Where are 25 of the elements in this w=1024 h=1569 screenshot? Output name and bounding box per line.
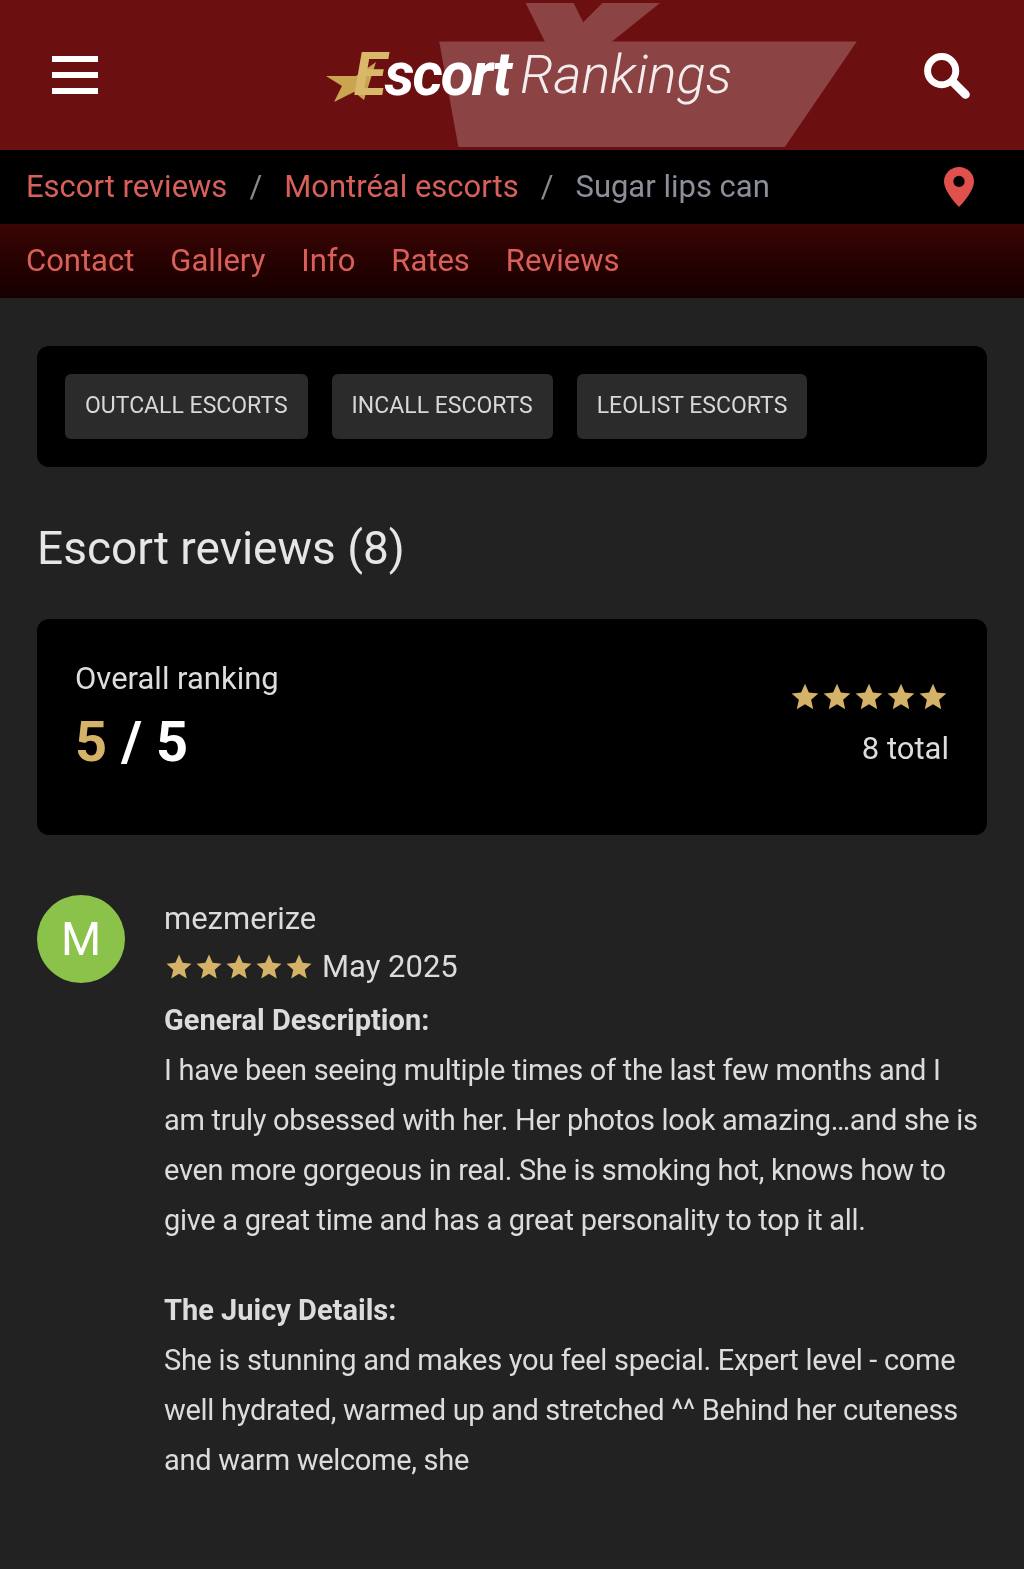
review-total: 8 total [861,733,949,764]
review-section-heading: General Description: [164,1002,431,1039]
avatar: M [37,895,125,983]
review-author: mezmerize [164,899,318,939]
location-pin-icon[interactable] [944,167,974,207]
breadcrumb-link[interactable]: Montréal escorts [284,163,519,211]
nav-tab[interactable]: Rates [391,237,470,285]
nav-tab[interactable]: Gallery [170,237,266,285]
breadcrumb-separator: / [249,166,263,207]
category-button[interactable]: LEOLIST ESCORTS [576,374,808,439]
menu-icon[interactable] [52,56,98,94]
category-button[interactable]: OUTCALL ESCORTS [65,374,308,439]
overall-score: 5 / 5 [75,714,190,770]
nav-tab[interactable]: Info [301,237,356,285]
overall-ranking-label: Overall ranking [75,663,279,694]
category-button[interactable]: INCALL ESCORTS [331,374,553,439]
review-date: May 2025 [322,947,458,987]
review-text: I have been seeing multiple times of the last few months and I am truly obsessed with her. Her photos look amazing…and she is even more gorgeous in real. She is smoking hot, knows how to give a great time and has a great personality to top it all. [164,1052,979,1239]
breadcrumb-current: Sugar lips can [575,166,770,207]
breadcrumb-separator: / [540,166,554,207]
review-text: She is stunning and makes you feel special. Expert level - come well hydrated, warmed up and stretched ^^ Behind her cuteness and warm welcome, she [164,1342,959,1479]
nav-tab[interactable]: Reviews [505,237,620,285]
breadcrumb-link[interactable]: Escort reviews [26,163,228,211]
nav-tab[interactable]: Contact [26,237,135,285]
review-section-heading: The Juicy Details: [164,1292,398,1329]
